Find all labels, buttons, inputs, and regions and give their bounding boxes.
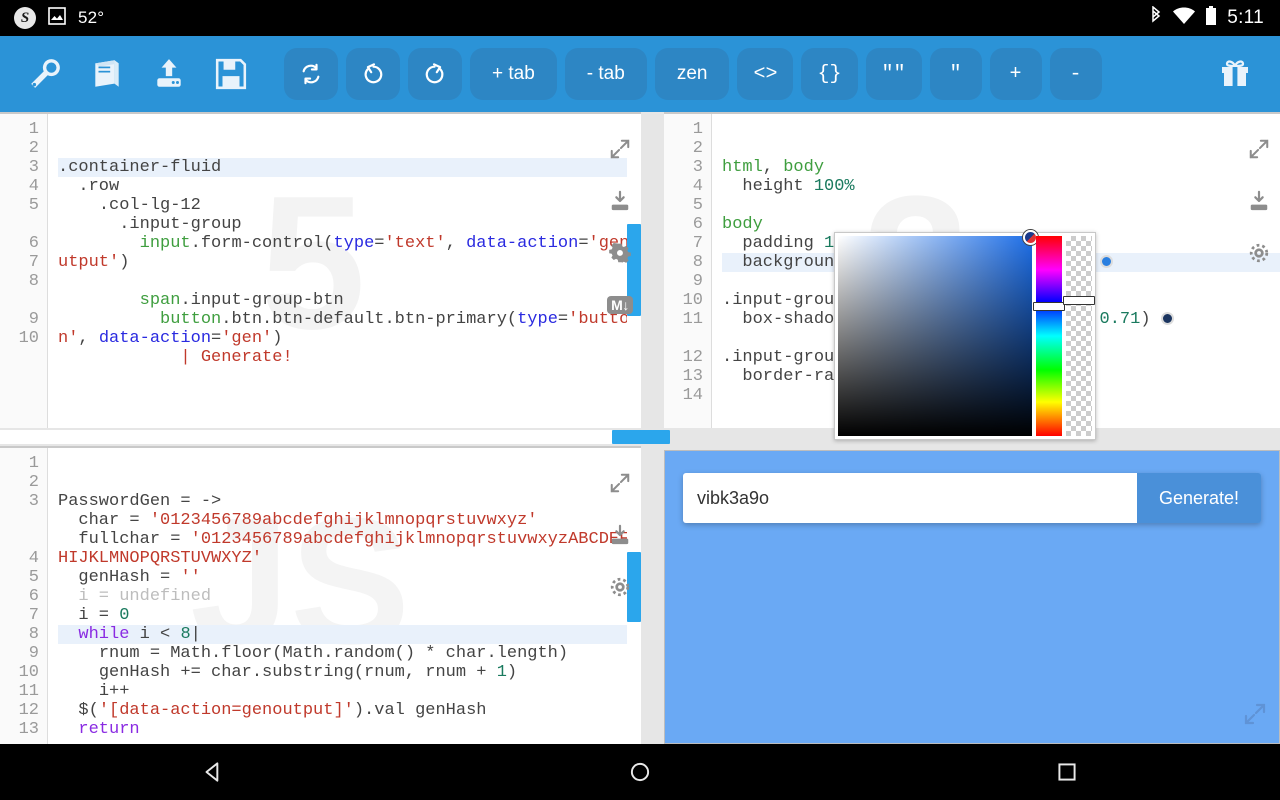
gear-icon[interactable] — [607, 240, 633, 266]
jade-code[interactable]: .container-fluid .row .col-lg-12 .input-… — [48, 114, 641, 428]
app-screen: S 52° 5:11 — [0, 0, 1280, 800]
skype-icon: S — [14, 7, 36, 29]
wrench-icon[interactable] — [14, 46, 76, 102]
live-preview[interactable]: Generate! — [664, 450, 1280, 744]
jade-editor[interactable]: 5 1234 567 8910 .container-fluid .row .c… — [0, 112, 641, 428]
wifi-icon — [1173, 7, 1195, 30]
alpha-slider[interactable] — [1066, 236, 1092, 436]
alpha-slider-handle[interactable] — [1063, 296, 1095, 305]
battery-icon — [1205, 6, 1217, 31]
android-nav-bar — [0, 744, 1280, 800]
clock-label: 5:11 — [1227, 7, 1264, 29]
upload-icon[interactable] — [138, 46, 200, 102]
save-icon[interactable] — [200, 46, 262, 102]
download-icon[interactable] — [607, 188, 633, 214]
gear-icon[interactable] — [607, 574, 633, 600]
image-icon — [48, 7, 66, 30]
refresh-button[interactable] — [284, 48, 338, 100]
temperature-label: 52° — [78, 8, 104, 28]
expand-icon[interactable] — [607, 470, 633, 496]
single-quote-button[interactable]: " — [930, 48, 982, 100]
gear-icon[interactable] — [1246, 240, 1272, 266]
remove-tab-button[interactable]: - tab — [565, 48, 647, 100]
toolbar-button-group: + tab - tab zen <> {} "" " + - — [284, 48, 1102, 100]
markdown-icon[interactable]: M↓ — [607, 292, 633, 318]
zen-button[interactable]: zen — [655, 48, 730, 100]
gift-icon[interactable] — [1204, 46, 1266, 102]
expand-icon[interactable] — [1243, 702, 1267, 731]
download-icon[interactable] — [607, 522, 633, 548]
angle-brackets-button[interactable]: <> — [737, 48, 793, 100]
generated-password-input[interactable] — [683, 473, 1137, 523]
app-toolbar: + tab - tab zen <> {} "" " + - — [0, 36, 1280, 112]
bluetooth-icon — [1149, 6, 1163, 31]
expand-icon[interactable] — [1246, 136, 1272, 162]
minus-button[interactable]: - — [1050, 48, 1102, 100]
android-status-bar: S 52° 5:11 — [0, 0, 1280, 36]
generate-button[interactable]: Generate! — [1137, 473, 1261, 523]
saturation-value-area[interactable] — [838, 236, 1032, 436]
color-swatch-background — [1100, 255, 1113, 268]
js-pane-rail — [607, 470, 633, 600]
hue-slider-handle[interactable] — [1033, 302, 1065, 311]
add-tab-button[interactable]: + tab — [470, 48, 557, 100]
plus-button[interactable]: + — [990, 48, 1042, 100]
book-icon[interactable] — [76, 46, 138, 102]
redo-button[interactable] — [408, 48, 462, 100]
color-swatch-boxshadow — [1161, 312, 1174, 325]
js-hscrollbar[interactable] — [0, 430, 641, 444]
jade-line-numbers: 1234 567 8910 — [0, 114, 48, 428]
expand-icon[interactable] — [607, 136, 633, 162]
js-line-numbers: 12 34567 8910111213 — [0, 448, 48, 744]
back-triangle-icon[interactable] — [181, 752, 245, 792]
js-hscroll-thumb — [612, 430, 670, 444]
color-picker[interactable] — [834, 232, 1096, 440]
coffeescript-editor[interactable]: JS 12 34567 8910111213 PasswordGen = -> … — [0, 446, 641, 744]
js-code[interactable]: PasswordGen = -> char = '0123456789abcde… — [48, 448, 641, 744]
stylus-pane-rail — [1246, 136, 1272, 266]
home-circle-icon[interactable] — [608, 752, 672, 792]
jade-pane-rail: M↓ — [607, 136, 633, 318]
stylus-line-numbers: 123456 78910 11121314 — [664, 114, 712, 428]
undo-button[interactable] — [346, 48, 400, 100]
status-right: 5:11 — [1149, 6, 1280, 31]
hue-slider[interactable] — [1036, 236, 1062, 436]
double-quotes-button[interactable]: "" — [866, 48, 922, 100]
preview-input-group: Generate! — [683, 473, 1261, 523]
curly-braces-button[interactable]: {} — [801, 48, 857, 100]
download-icon[interactable] — [1246, 188, 1272, 214]
recents-square-icon[interactable] — [1035, 752, 1099, 792]
status-left: S 52° — [0, 7, 104, 30]
